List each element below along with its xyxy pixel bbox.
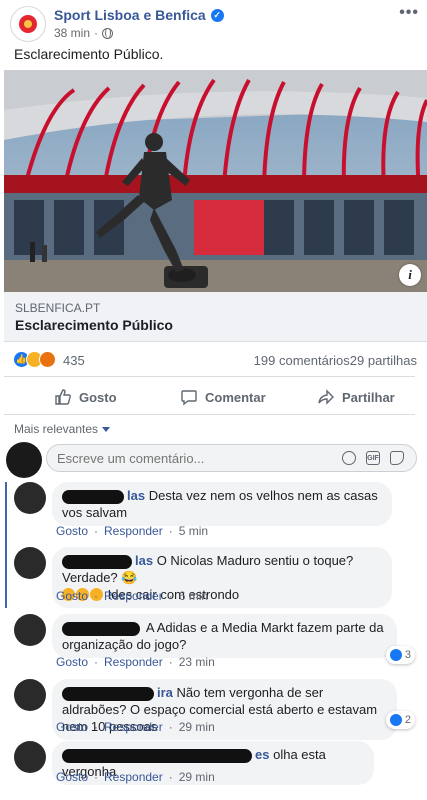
comment-reply-link[interactable]: Responder bbox=[104, 589, 163, 603]
comment-time[interactable]: 29 min bbox=[179, 770, 215, 784]
comment-time[interactable]: 29 min bbox=[179, 720, 215, 734]
comment-reaction-count[interactable]: 3 bbox=[385, 646, 415, 664]
gif-icon[interactable]: GIF bbox=[366, 451, 380, 465]
like-icon bbox=[389, 649, 402, 661]
benfica-crest-icon bbox=[19, 15, 37, 33]
share-arrow-icon bbox=[318, 389, 334, 405]
comments-count[interactable]: 199 comentários bbox=[254, 353, 350, 368]
link-preview-image[interactable]: i bbox=[4, 70, 427, 292]
commenter-avatar[interactable] bbox=[14, 482, 46, 514]
comment-author[interactable]: ira bbox=[62, 685, 173, 701]
sticker-icon[interactable] bbox=[390, 451, 404, 465]
redacted-name bbox=[62, 748, 252, 763]
redacted-name bbox=[62, 554, 132, 569]
comment-author[interactable]: las bbox=[62, 553, 153, 569]
divider bbox=[4, 414, 415, 415]
comment-reply-link[interactable]: Responder bbox=[104, 655, 163, 669]
page-name-row: Sport Lisboa e Benfica ✓ bbox=[54, 7, 224, 23]
comment-reaction-count[interactable]: 2 bbox=[385, 711, 415, 729]
comment-time[interactable]: 5 min bbox=[179, 524, 208, 538]
redacted-name bbox=[62, 621, 140, 636]
link-domain: SLBENFICA.PT bbox=[15, 301, 101, 315]
divider bbox=[4, 376, 415, 377]
post-meta: 38 min · bbox=[54, 26, 114, 40]
reactions-bar: 👍 435 199 comentários29 partilhas bbox=[0, 346, 427, 374]
comment-actions: Gosto · Responder · 29 min bbox=[56, 770, 215, 784]
comment-reply-link[interactable]: Responder bbox=[104, 524, 163, 538]
comment-sort-dropdown[interactable]: Mais relevantes bbox=[14, 422, 111, 436]
reaction-icons[interactable]: 👍 bbox=[13, 351, 56, 368]
comment-bubble: las Desta vez nem os velhos nem as casas… bbox=[52, 482, 392, 526]
comment-actions: Gosto · Responder · 23 min bbox=[56, 655, 215, 669]
like-icon bbox=[389, 714, 402, 726]
angry-icon bbox=[39, 351, 56, 368]
link-title: Esclarecimento Público bbox=[15, 317, 173, 333]
comment-like-link[interactable]: Gosto bbox=[56, 524, 88, 538]
globe-icon bbox=[102, 27, 114, 39]
emoji-icon[interactable] bbox=[342, 451, 356, 465]
post-actions: Gosto Comentar Partilhar bbox=[0, 382, 427, 412]
like-button-label: Gosto bbox=[79, 389, 117, 405]
user-avatar bbox=[6, 442, 42, 478]
comment-composer[interactable]: GIF bbox=[46, 444, 417, 472]
page-avatar[interactable] bbox=[10, 6, 46, 42]
thumbs-up-icon bbox=[55, 389, 71, 405]
post-text: Esclarecimento Público. bbox=[14, 46, 164, 62]
commenter-avatar[interactable] bbox=[14, 741, 46, 773]
comment-author[interactable] bbox=[62, 620, 143, 636]
shares-count[interactable]: 29 partilhas bbox=[350, 353, 417, 368]
stadium-photo bbox=[4, 70, 427, 292]
like-button[interactable]: Gosto bbox=[54, 382, 117, 412]
reaction-count[interactable]: 435 bbox=[63, 353, 85, 368]
comment-author[interactable]: es bbox=[62, 747, 269, 763]
engagement-counts: 199 comentários29 partilhas bbox=[254, 353, 417, 368]
comment-author[interactable]: las bbox=[62, 488, 145, 504]
comment-reply-link[interactable]: Responder bbox=[104, 720, 163, 734]
page-name-link[interactable]: Sport Lisboa e Benfica bbox=[54, 7, 206, 23]
redacted-name bbox=[62, 489, 124, 504]
post-time[interactable]: 38 min bbox=[54, 26, 90, 40]
comment-time[interactable]: 23 min bbox=[179, 655, 215, 669]
comment-time[interactable]: 6 min bbox=[179, 589, 208, 603]
info-icon[interactable]: i bbox=[399, 264, 421, 286]
sort-label: Mais relevantes bbox=[14, 422, 99, 436]
comment-like-link[interactable]: Gosto bbox=[56, 720, 88, 734]
comment-actions: Gosto · Responder · 29 min bbox=[56, 720, 215, 734]
comment-like-link[interactable]: Gosto bbox=[56, 655, 88, 669]
thread-indicator bbox=[5, 482, 7, 608]
post-header: Sport Lisboa e Benfica ✓ 38 min · ••• bbox=[0, 0, 427, 44]
commenter-avatar[interactable] bbox=[14, 547, 46, 579]
redacted-name bbox=[62, 686, 154, 701]
link-preview-meta[interactable]: SLBENFICA.PT Esclarecimento Público bbox=[4, 292, 427, 342]
comment-input[interactable] bbox=[57, 451, 327, 466]
comment-like-link[interactable]: Gosto bbox=[56, 589, 88, 603]
more-options-icon[interactable]: ••• bbox=[399, 4, 419, 22]
comment-reply-link[interactable]: Responder bbox=[104, 770, 163, 784]
commenter-avatar[interactable] bbox=[14, 679, 46, 711]
comment-actions: Gosto · Responder · 6 min bbox=[56, 589, 209, 603]
comment-actions: Gosto · Responder · 5 min bbox=[56, 524, 209, 538]
share-button-label: Partilhar bbox=[342, 389, 395, 405]
commenter-avatar[interactable] bbox=[14, 614, 46, 646]
comment-icon bbox=[181, 390, 197, 406]
chevron-down-icon bbox=[102, 426, 111, 432]
comment-like-link[interactable]: Gosto bbox=[56, 770, 88, 784]
verified-icon: ✓ bbox=[210, 8, 224, 22]
share-button[interactable]: Partilhar bbox=[317, 382, 395, 412]
comment-bubble: A Adidas e a Media Markt fazem parte da … bbox=[52, 614, 397, 658]
comment-button-label: Comentar bbox=[205, 389, 266, 405]
comment-button[interactable]: Comentar bbox=[180, 382, 266, 412]
